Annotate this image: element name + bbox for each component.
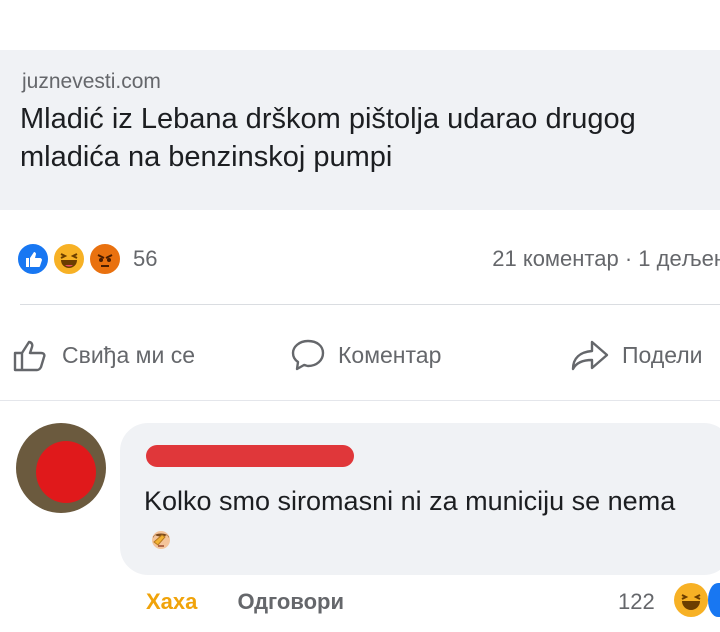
top-strip — [0, 0, 720, 50]
comment-label: Коментар — [338, 341, 442, 368]
avatar-redaction — [36, 441, 96, 503]
post-action-bar: Свиђа ми се Коментар Подели — [0, 320, 720, 390]
commenter-avatar[interactable] — [16, 423, 106, 513]
angry-icon — [88, 242, 122, 276]
share-arrow-icon — [571, 340, 609, 371]
comment-actions: Хаха Одговори — [146, 589, 344, 615]
reaction-count[interactable]: 56 — [133, 246, 157, 272]
divider — [20, 304, 720, 305]
comment-bubble-icon — [291, 339, 325, 371]
comment: Kolko smo siromasni ni za municiju se ne… — [0, 405, 720, 632]
haha-icon — [52, 242, 86, 276]
link-preview-card[interactable]: juznevesti.com Mladić iz Lebana drškom p… — [0, 50, 720, 210]
link-domain: juznevesti.com — [22, 70, 161, 93]
comments-shares-count[interactable]: 21 коментар · 1 дељење — [492, 246, 720, 272]
like-label: Свиђа ми се — [62, 341, 195, 368]
facepalm-emoji-icon — [152, 531, 170, 549]
like-icon — [16, 242, 50, 276]
reaction-summary[interactable] — [16, 242, 128, 276]
like-icon — [708, 583, 720, 617]
haha-icon — [674, 583, 708, 617]
haha-reaction-link[interactable]: Хаха — [146, 589, 197, 614]
comment-button[interactable]: Коментар — [290, 338, 441, 372]
post-stats: 56 21 коментар · 1 дељење — [0, 210, 720, 308]
comment-reaction-count[interactable]: 122 — [618, 589, 655, 615]
comment-bubble: Kolko smo siromasni ni za municiju se ne… — [120, 423, 720, 575]
thumbs-up-icon — [13, 340, 46, 372]
commenter-name-redaction[interactable] — [146, 445, 354, 467]
like-button[interactable]: Свиђа ми се — [12, 338, 195, 372]
reply-link[interactable]: Одговори — [238, 589, 344, 614]
share-label: Подели — [622, 341, 703, 368]
comment-text-content: Kolko smo siromasni ni za municiju se ne… — [144, 486, 676, 516]
share-button[interactable]: Подели — [570, 338, 703, 372]
comment-text: Kolko smo siromasni ni za municiju se ne… — [144, 481, 704, 561]
divider — [0, 400, 720, 401]
link-title[interactable]: Mladić iz Lebana drškom pištolja udarao … — [20, 100, 710, 176]
